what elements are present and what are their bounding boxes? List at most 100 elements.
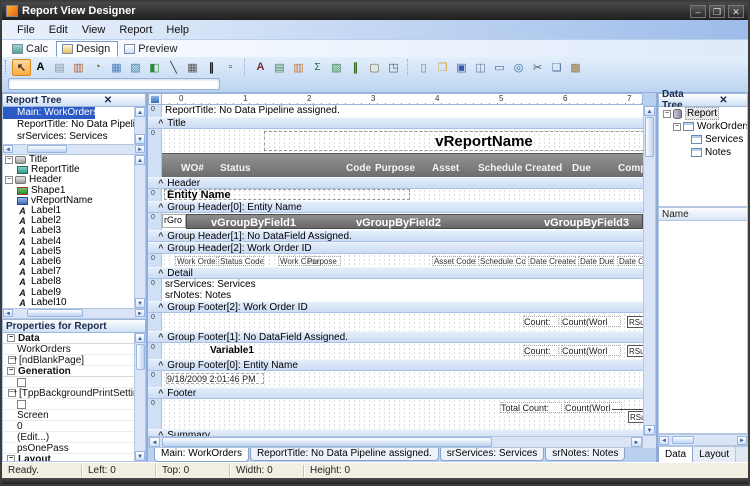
column-header[interactable]: Status (220, 163, 251, 174)
pipeline-item-reporttitle[interactable]: ReportTitle: No Data Pipeline a (3, 119, 145, 131)
entity-name-field[interactable]: Entity Name (164, 189, 410, 201)
checkbox[interactable] (17, 377, 26, 387)
scroll-up-arrow[interactable] (135, 155, 145, 165)
scroll-up-arrow[interactable] (135, 333, 145, 343)
dbtext-field[interactable]: Schedule Cod (478, 256, 526, 266)
property-checkbox-row[interactable] (3, 399, 145, 410)
collapse-icon[interactable] (7, 367, 15, 375)
subreport-tool-icon[interactable] (384, 59, 403, 76)
property-value-workorders[interactable]: WorkOrders (3, 344, 145, 355)
tab-data[interactable]: Data (658, 447, 694, 462)
data-tree-close-icon[interactable] (703, 95, 744, 106)
collapse-icon[interactable] (673, 122, 681, 131)
designer-tab-srnotes[interactable]: srNotes: Notes (545, 448, 626, 461)
tree-node-label10[interactable]: Label10 (3, 297, 145, 308)
designer-tab-main[interactable]: Main: WorkOrders (154, 448, 249, 462)
dbcalc-tool-icon[interactable] (308, 59, 327, 76)
scroll-down-arrow[interactable] (135, 298, 145, 308)
total-count-value-field[interactable]: Count(Worl (564, 402, 622, 413)
dbtext-field[interactable]: Date C (617, 256, 643, 266)
object-tree-hscrollbar[interactable] (2, 309, 146, 319)
page-setup-icon[interactable] (471, 59, 490, 76)
group-by-field2[interactable]: vGroupByField2 (356, 217, 441, 229)
shape-tool-icon[interactable] (145, 59, 164, 76)
footer-band[interactable]: Total Count: Count(Worl RSu (162, 399, 643, 429)
tree-node-label5[interactable]: Label5 (3, 246, 145, 257)
tree-node-header-band[interactable]: Header (3, 175, 145, 185)
menu-file[interactable]: File (10, 22, 42, 38)
pipeline-tree-hscrollbar[interactable] (2, 145, 146, 155)
dbrichtext-tool-icon[interactable] (289, 59, 308, 76)
scrollbar-thumb[interactable] (135, 344, 145, 370)
tree-node-label4[interactable]: Label4 (3, 236, 145, 247)
band-separator-header[interactable]: Header (148, 177, 643, 189)
minimize-button[interactable] (690, 4, 706, 18)
paste-icon[interactable] (566, 59, 585, 76)
band-separator-detail[interactable]: Detail (148, 267, 643, 279)
scrollbar-thumb[interactable] (672, 436, 694, 444)
report-tree-close-icon[interactable] (74, 95, 142, 106)
menu-view[interactable]: View (75, 22, 113, 38)
scroll-left-arrow[interactable] (659, 435, 669, 445)
scroll-left-arrow[interactable] (149, 437, 160, 447)
tree-node-label1[interactable]: Label1 (3, 206, 145, 216)
checkbox-tool-icon[interactable] (221, 59, 240, 76)
tab-calc[interactable]: Calc (6, 41, 56, 57)
scrollbar-thumb[interactable] (27, 309, 83, 317)
dbtext-field[interactable]: Status Code (218, 256, 264, 266)
tree-node-reporttitle[interactable]: ReportTitle (3, 165, 145, 175)
dbtext-tool-icon[interactable] (251, 59, 270, 76)
band-separator-footer[interactable]: Footer (148, 387, 643, 399)
open-icon[interactable] (433, 59, 452, 76)
menu-help[interactable]: Help (159, 22, 196, 38)
column-header[interactable]: Schedule (478, 163, 522, 174)
count-value-field[interactable]: Count(Worl (561, 316, 621, 327)
property-value-psonepass[interactable]: psOnePass (3, 443, 145, 454)
property-section-data[interactable]: Data (3, 333, 145, 344)
richtext-tool-icon[interactable] (69, 59, 88, 76)
property-checkbox-row[interactable] (3, 377, 145, 388)
dbtext-field[interactable]: Date Created (528, 256, 576, 266)
field-name-column-header[interactable]: Name (658, 207, 748, 221)
column-header[interactable]: Code (346, 163, 371, 174)
band-separator-group-header1[interactable]: Group Header[1]: No DataField Assigned. (148, 230, 643, 242)
property-ndblankpage[interactable]: +[ndBlankPage] (3, 355, 145, 366)
scroll-up-arrow[interactable] (644, 106, 655, 116)
dbimage-tool-icon[interactable] (327, 59, 346, 76)
data-node-report[interactable]: Report (659, 107, 747, 120)
band-separator-group-header0[interactable]: Group Header[0]: Entity Name (148, 201, 643, 213)
band-separator-title[interactable]: Title (148, 117, 643, 129)
system-variable-tool-icon[interactable] (88, 59, 107, 76)
menu-edit[interactable]: Edit (42, 22, 75, 38)
scroll-left-arrow[interactable] (3, 309, 13, 317)
scroll-down-arrow[interactable] (135, 134, 145, 144)
variable-tool-icon[interactable] (107, 59, 126, 76)
srservices-subreport-band[interactable]: srServices: Services (162, 279, 643, 290)
label-tool-icon[interactable] (31, 59, 50, 76)
scroll-right-arrow[interactable] (737, 435, 747, 445)
toolbar-drag-handle[interactable] (5, 60, 9, 74)
scroll-right-arrow[interactable] (135, 145, 145, 153)
dbtext-field[interactable]: Asset Code (432, 256, 476, 266)
tree-node-label7[interactable]: Label7 (3, 267, 145, 277)
column-header[interactable]: Due (572, 163, 591, 174)
tree-node-label8[interactable]: Label8 (3, 277, 145, 287)
data-node-workorders[interactable]: WorkOrders (659, 120, 747, 133)
srnotes-subreport-band[interactable]: srNotes: Notes (162, 290, 643, 301)
dbtext-field[interactable]: Purpose (305, 256, 341, 266)
band-separator-group-footer1[interactable]: Group Footer[1]: No DataField Assigned. (148, 331, 643, 343)
dbtext-field[interactable]: Work Order (175, 256, 217, 266)
clipped-group-label[interactable]: rGro (162, 214, 186, 228)
scrollbar-thumb[interactable] (645, 117, 654, 157)
data-node-services[interactable]: Services (659, 133, 747, 146)
scrollbar-thumb[interactable] (162, 437, 492, 447)
expand-icon[interactable]: + (8, 389, 17, 397)
dbbarcode-tool-icon[interactable] (346, 59, 365, 76)
band-separator-group-header2[interactable]: Group Header[2]: Work Order ID (148, 242, 643, 254)
tree-node-label6[interactable]: Label6 (3, 256, 145, 267)
groupby-bar[interactable]: vGroupByField1 vGroupByField2 vGroupByFi… (186, 214, 643, 229)
count-label-field[interactable]: Count: (523, 316, 559, 327)
scroll-up-arrow[interactable] (135, 107, 145, 117)
region-tool-icon[interactable] (365, 59, 384, 76)
scroll-down-arrow[interactable] (135, 451, 145, 461)
